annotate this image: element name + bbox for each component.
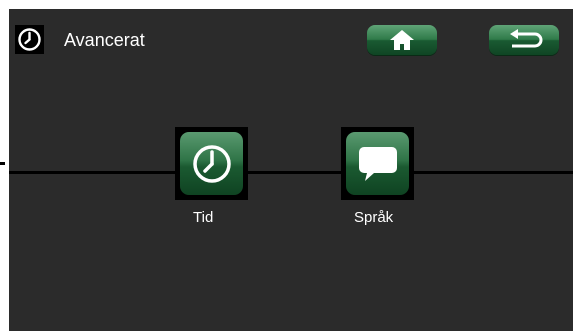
speech-bubble-icon <box>358 146 397 181</box>
connector-line <box>9 171 573 174</box>
home-button[interactable] <box>367 25 437 55</box>
page-title: Avancerat <box>64 30 145 50</box>
sprak-tile[interactable] <box>346 132 409 195</box>
menu-item-tid[interactable] <box>175 127 248 200</box>
connector-line-left <box>0 162 5 165</box>
menu-item-label: Tid <box>193 209 214 226</box>
tid-tile[interactable] <box>180 132 243 195</box>
clock-icon <box>15 25 44 54</box>
menu-item-sprak[interactable] <box>341 127 414 200</box>
home-icon <box>390 30 414 50</box>
menu-item-label: Språk <box>354 209 394 226</box>
back-arrow-icon <box>510 29 543 48</box>
clock-icon <box>192 144 231 183</box>
screen: Avancerat Tid Språk <box>9 9 573 331</box>
back-button[interactable] <box>489 25 559 55</box>
